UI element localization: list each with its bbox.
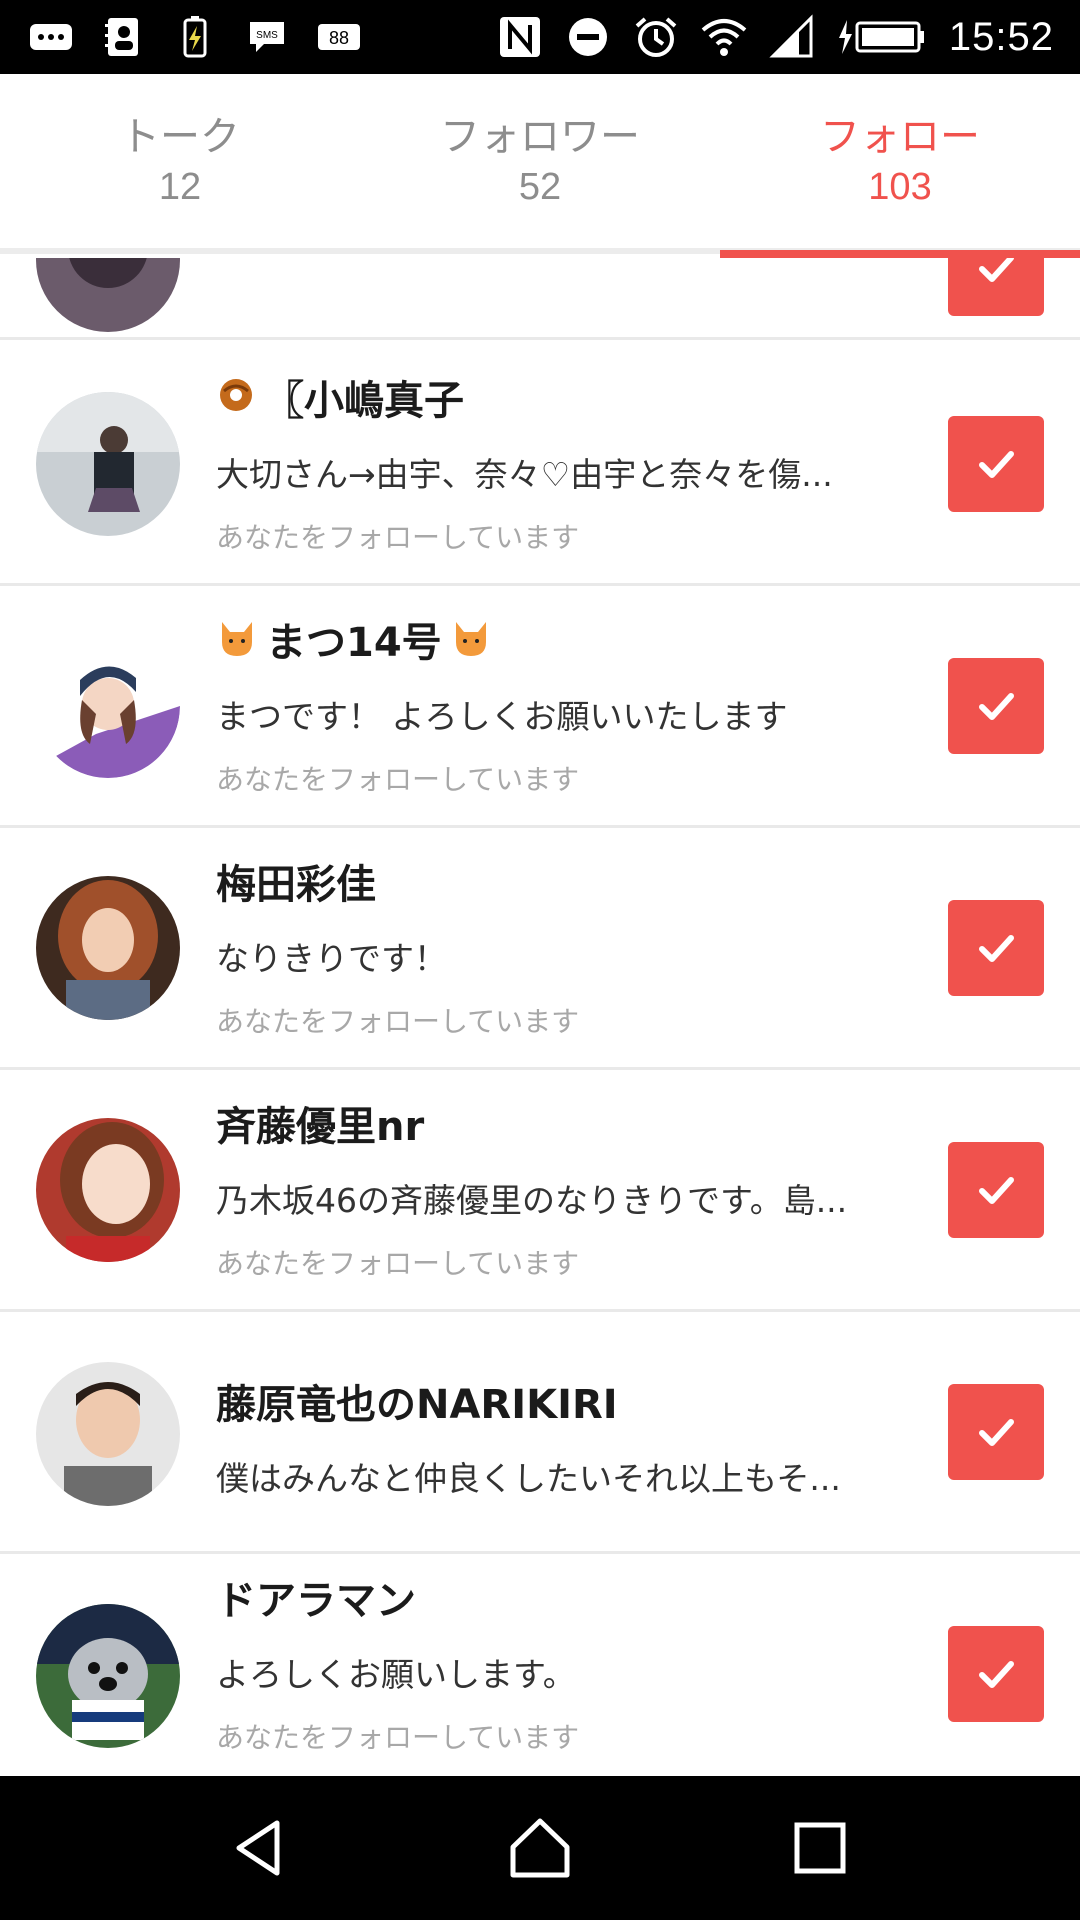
tab-count: 52: [518, 166, 562, 208]
avatar[interactable]: [36, 1118, 180, 1262]
follows-you-status: あなたをフォローしています: [216, 521, 580, 554]
tab-label: フォロワー: [440, 114, 640, 160]
avatar[interactable]: [36, 392, 180, 536]
user-name-line: 〖小嶋真子: [216, 368, 464, 426]
svg-text:88: 88: [329, 28, 349, 48]
user-name: 〖小嶋真子: [264, 378, 464, 424]
follow-toggle-button[interactable]: [948, 658, 1044, 754]
recents-icon: [794, 1822, 846, 1874]
follow-toggle-button[interactable]: [948, 1384, 1044, 1480]
following-list[interactable]: 〖小嶋真子 大切さん→由宇、奈々♡由宇と奈々を傷... あなたをフォローしていま…: [0, 258, 1080, 1776]
avatar[interactable]: [36, 1362, 180, 1506]
user-bio: 僕はみんなと仲良くしたいそれ以上もそ...: [216, 1459, 841, 1498]
tab-bar: トーク 12 フォロワー 52 フォロー 103: [0, 74, 1080, 254]
follow-toggle-button[interactable]: [948, 1142, 1044, 1238]
user-name-line: 斉藤優里nr: [216, 1094, 424, 1152]
user-name: 藤原竜也のNARIKIRI: [216, 1382, 618, 1428]
tab-count: 103: [868, 166, 932, 208]
tab-talk[interactable]: トーク 12: [0, 74, 360, 248]
avatar[interactable]: [36, 258, 180, 332]
list-item[interactable]: ドアラマン よろしくお願いします。 あなたをフォローしています: [0, 1554, 1080, 1776]
status-bar: SMS 88 15:52: [0, 0, 1080, 74]
active-tab-indicator: [720, 250, 1080, 258]
do-not-disturb-icon: [565, 14, 611, 60]
home-button[interactable]: [495, 1803, 585, 1893]
contact-card-icon: [100, 14, 146, 60]
follow-toggle-button[interactable]: [948, 416, 1044, 512]
follow-toggle-button[interactable]: [948, 258, 1044, 316]
list-item[interactable]: 梅田彩佳 なりきりです！ あなたをフォローしています: [0, 828, 1080, 1070]
nfc-icon: [497, 14, 543, 60]
list-item[interactable]: 藤原竜也のNARIKIRI 僕はみんなと仲良くしたいそれ以上もそ...: [0, 1312, 1080, 1554]
user-bio: 大切さん→由宇、奈々♡由宇と奈々を傷...: [216, 455, 833, 494]
follows-you-status: あなたをフォローしています: [216, 1721, 580, 1754]
user-name-line: 藤原竜也のNARIKIRI: [216, 1372, 618, 1430]
list-item[interactable]: まつ14号 まつです！ よろしくお願いいたします あなたをフォローしています: [0, 586, 1080, 828]
back-button[interactable]: [215, 1803, 305, 1893]
user-name: 梅田彩佳: [216, 862, 376, 908]
cat-icon: [450, 614, 492, 664]
tab-followers[interactable]: フォロワー 52: [360, 74, 720, 248]
donut-icon: [216, 375, 256, 419]
tab-count: 12: [158, 166, 202, 208]
follows-you-status: あなたをフォローしています: [216, 1247, 580, 1280]
avatar[interactable]: [36, 634, 180, 778]
list-item-partial[interactable]: [0, 258, 1080, 340]
sms-icon: SMS: [244, 14, 290, 60]
battery-charging-icon: [172, 14, 218, 60]
avatar[interactable]: [36, 876, 180, 1020]
tab-label: フォロー: [820, 114, 980, 160]
back-icon: [236, 1820, 280, 1876]
tab-label: トーク: [120, 114, 240, 160]
home-icon: [510, 1818, 570, 1878]
user-name: ドアラマン: [216, 1578, 416, 1624]
follow-toggle-button[interactable]: [948, 1626, 1044, 1722]
follow-toggle-button[interactable]: [948, 900, 1044, 996]
user-name-line: ドアラマン: [216, 1568, 416, 1626]
user-name: 斉藤優里nr: [216, 1104, 425, 1150]
battery-icon: [837, 14, 927, 60]
navigation-bar: [0, 1776, 1080, 1920]
recents-button[interactable]: [775, 1803, 865, 1893]
user-bio: まつです！ よろしくお願いいたします: [216, 697, 788, 736]
user-bio: なりきりです！: [216, 939, 447, 978]
list-item[interactable]: 〖小嶋真子 大切さん→由宇、奈々♡由宇と奈々を傷... あなたをフォローしていま…: [0, 344, 1080, 586]
clock: 15:52: [948, 14, 1054, 59]
follows-you-status: あなたをフォローしています: [216, 763, 580, 796]
wifi-icon: [701, 14, 747, 60]
follows-you-status: あなたをフォローしています: [216, 1005, 580, 1038]
user-name-line: まつ14号: [216, 610, 492, 668]
badge-88-icon: 88: [316, 14, 362, 60]
svg-text:SMS: SMS: [256, 30, 278, 41]
more-icon: [28, 14, 74, 60]
list-item[interactable]: 斉藤優里nr 乃木坂46の斉藤優里のなりきりです。島... あなたをフォローして…: [0, 1070, 1080, 1312]
user-name: まつ14号: [266, 620, 442, 666]
alarm-icon: [633, 14, 679, 60]
tab-following[interactable]: フォロー 103: [720, 74, 1080, 248]
cat-icon: [216, 614, 258, 664]
user-name-line: 梅田彩佳: [216, 852, 376, 910]
user-bio: よろしくお願いします。: [216, 1655, 576, 1694]
avatar[interactable]: [36, 1604, 180, 1748]
user-bio: 乃木坂46の斉藤優里のなりきりです。島...: [216, 1181, 848, 1220]
cell-signal-icon: [769, 14, 815, 60]
